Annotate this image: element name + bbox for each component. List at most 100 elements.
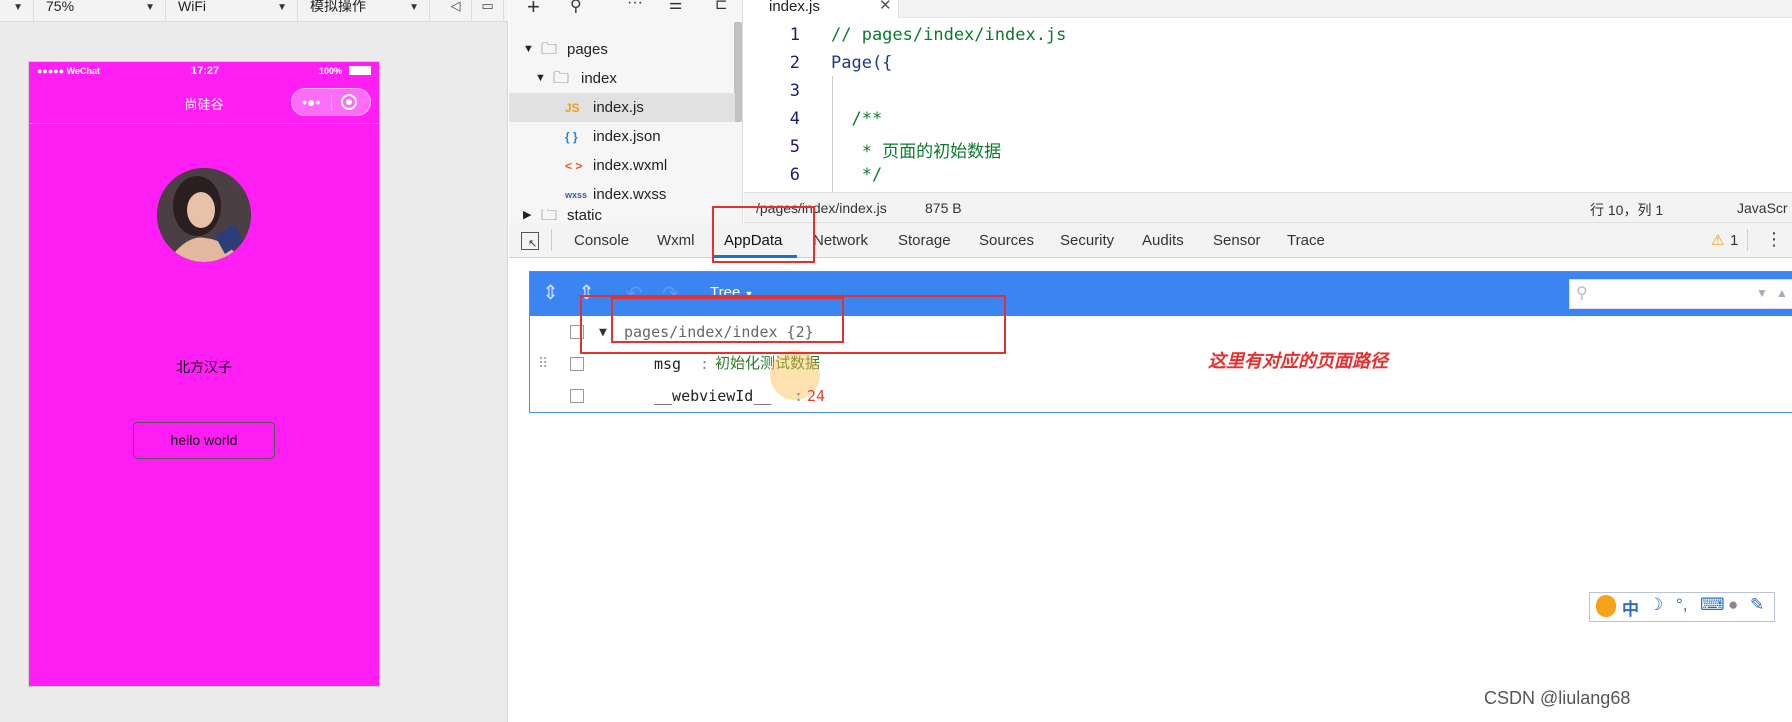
operation-value: 模拟操作 [310,0,366,14]
line-number: 2 [789,53,800,73]
tab-network[interactable]: Network [813,232,868,249]
folder-icon: 🗀 [541,209,558,223]
file-explorer: + ⚲ ··· ☰ ⊏ ▼ 🗀 pages ▼ 🗀 index JS index… [509,0,743,223]
moon-icon[interactable]: ☽ [1648,595,1663,615]
expanded-arrow-icon: ▼ [535,72,546,84]
hello-world-button[interactable]: hello world [133,422,275,459]
key-separator: : [794,387,804,405]
chevron-down-icon: ▼ [409,2,419,13]
operation-select[interactable]: 模拟操作 ▼ [298,0,430,22]
tab-audits[interactable]: Audits [1142,232,1184,249]
tab-trace[interactable]: Trace [1287,232,1325,249]
tab-wxml[interactable]: Wxml [657,232,695,249]
code-line[interactable]: Page({ [831,53,892,73]
device-select[interactable]: ▼ [0,0,34,22]
keyboard-icon[interactable]: ⌨ [1700,595,1725,615]
warning-count[interactable]: 1 [1730,232,1738,249]
editor-tab-index-js[interactable]: index.js ✕ [744,0,899,18]
search-next-icon[interactable]: ▲ [1776,286,1788,300]
menu-capsule[interactable]: •●• [291,88,371,116]
tree-item-pages[interactable]: ▼ 🗀 pages [509,35,735,64]
tab-sensor[interactable]: Sensor [1213,232,1261,249]
search-icon[interactable]: ⚲ [570,0,582,16]
zoom-select[interactable]: 75% ▼ [34,0,166,22]
tree-item-index-folder[interactable]: ▼ 🗀 index [509,64,735,93]
line-number: 1 [789,25,800,45]
tree-item-label: pages [567,41,608,58]
drag-handle-icon[interactable]: ⠿ [538,348,548,380]
carrier-label: ●●●●● WeChat [37,66,101,76]
collapsed-arrow-icon: ▶ [523,209,532,221]
editor-status-bar: /pages/index/index.js 875 B 行 10，列 1 Jav… [744,192,1792,223]
folder-icon: 🗀 [541,41,558,58]
cursor-position[interactable]: 行 10，列 1 [1590,200,1663,220]
tree-item-index-wxss[interactable]: wxss index.wxss [509,180,735,209]
tree-item-label: index.wxml [593,157,668,174]
wxss-file-icon: wxss [565,190,588,200]
more-icon[interactable]: ··· [627,0,643,12]
row-checkbox[interactable] [570,389,584,403]
code-line[interactable]: */ [831,165,882,185]
line-number: 4 [789,109,800,129]
tab-storage[interactable]: Storage [898,232,951,249]
battery-label: 100% [319,66,343,76]
expand-all-icon[interactable]: ⇕ [542,280,559,305]
code-line[interactable]: // pages/index/index.js [831,25,1066,45]
punctuation-icon[interactable]: °, [1676,595,1688,615]
tree-item-label: index.wxss [593,186,667,203]
tab-sources[interactable]: Sources [979,232,1034,249]
split-icon[interactable]: ⊏ [715,0,728,13]
inspect-element-icon[interactable]: ↖ [521,232,539,250]
warning-icon[interactable]: ⚠ [1711,231,1724,249]
devtools-tab-bar: ↖ Console Wxml AppData Network Storage S… [509,223,1792,258]
tree-item-index-js[interactable]: JS index.js [509,93,735,122]
code-editor: index.js ✕ 1 // pages/index/index.js 2 P… [744,0,1792,192]
appdata-search-input[interactable]: ⚲ ▼ ▲ [1569,279,1792,309]
annotation-text: 这里有对应的页面路径 [1208,351,1388,371]
line-number: 3 [789,81,800,101]
ime-toolbar[interactable]: 中 ☽ °, ⌨ ● ✎ [1589,592,1775,622]
window-icon[interactable]: ▭ [472,0,504,22]
json-file-icon: { } [565,130,578,144]
data-row-webviewid[interactable]: __webviewId__ : 24 [530,380,1792,412]
tab-console[interactable]: Console [574,232,629,249]
wrench-icon[interactable]: ✎ [1750,595,1764,615]
search-prev-icon[interactable]: ▼ [1756,286,1768,300]
kebab-menu-icon[interactable]: ⋮ [1765,229,1783,250]
more-dots-icon[interactable]: •●• [302,94,320,110]
ime-logo-icon[interactable] [1596,595,1616,617]
battery-icon [349,66,371,75]
explorer-scrollbar[interactable] [734,22,742,122]
expanded-arrow-icon: ▼ [523,43,534,55]
tree-item-index-wxml[interactable]: < > index.wxml [509,151,735,180]
code-line[interactable]: /** [831,109,882,129]
folder-icon: 🗀 [553,70,570,87]
add-icon[interactable]: + [527,0,540,20]
collapse-icon[interactable]: ☰ [669,0,682,13]
chevron-down-icon: ▼ [145,2,155,13]
row-checkbox[interactable] [570,357,584,371]
js-file-icon: JS [565,101,580,115]
avatar-image [157,168,251,262]
language-mode[interactable]: JavaScr [1737,200,1788,216]
code-line[interactable]: * 页面的初始数据 [831,137,1001,162]
network-select[interactable]: WiFi ▼ [166,0,298,22]
tab-divider [1747,229,1748,251]
file-size: 875 B [925,200,962,216]
tab-security[interactable]: Security [1060,232,1114,249]
tree-item-label: index [581,70,617,87]
phone-screen: ●●●●● WeChat 17:27 100% 尚硅谷 •●• 北方汉子 hel… [28,61,380,687]
tree-item-static[interactable]: ▶ 🗀 static [509,209,735,223]
search-icon: ⚲ [1576,285,1588,302]
zoom-value: 75% [46,0,75,14]
mute-icon[interactable]: ◁ [440,0,472,22]
ime-mode[interactable]: 中 [1622,595,1639,620]
navigation-bar: 尚硅谷 •●• [29,80,379,124]
chevron-down-icon: ▼ [13,2,23,13]
tree-item-index-json[interactable]: { } index.json [509,122,735,151]
close-miniprogram-icon[interactable] [341,94,357,110]
close-tab-icon[interactable]: ✕ [879,0,892,13]
simulator-toolbar: ▼ 75% ▼ WiFi ▼ 模拟操作 ▼ ◁ ▭ [0,0,508,22]
user-icon[interactable]: ● [1728,595,1738,615]
data-value[interactable]: 24 [807,380,825,412]
